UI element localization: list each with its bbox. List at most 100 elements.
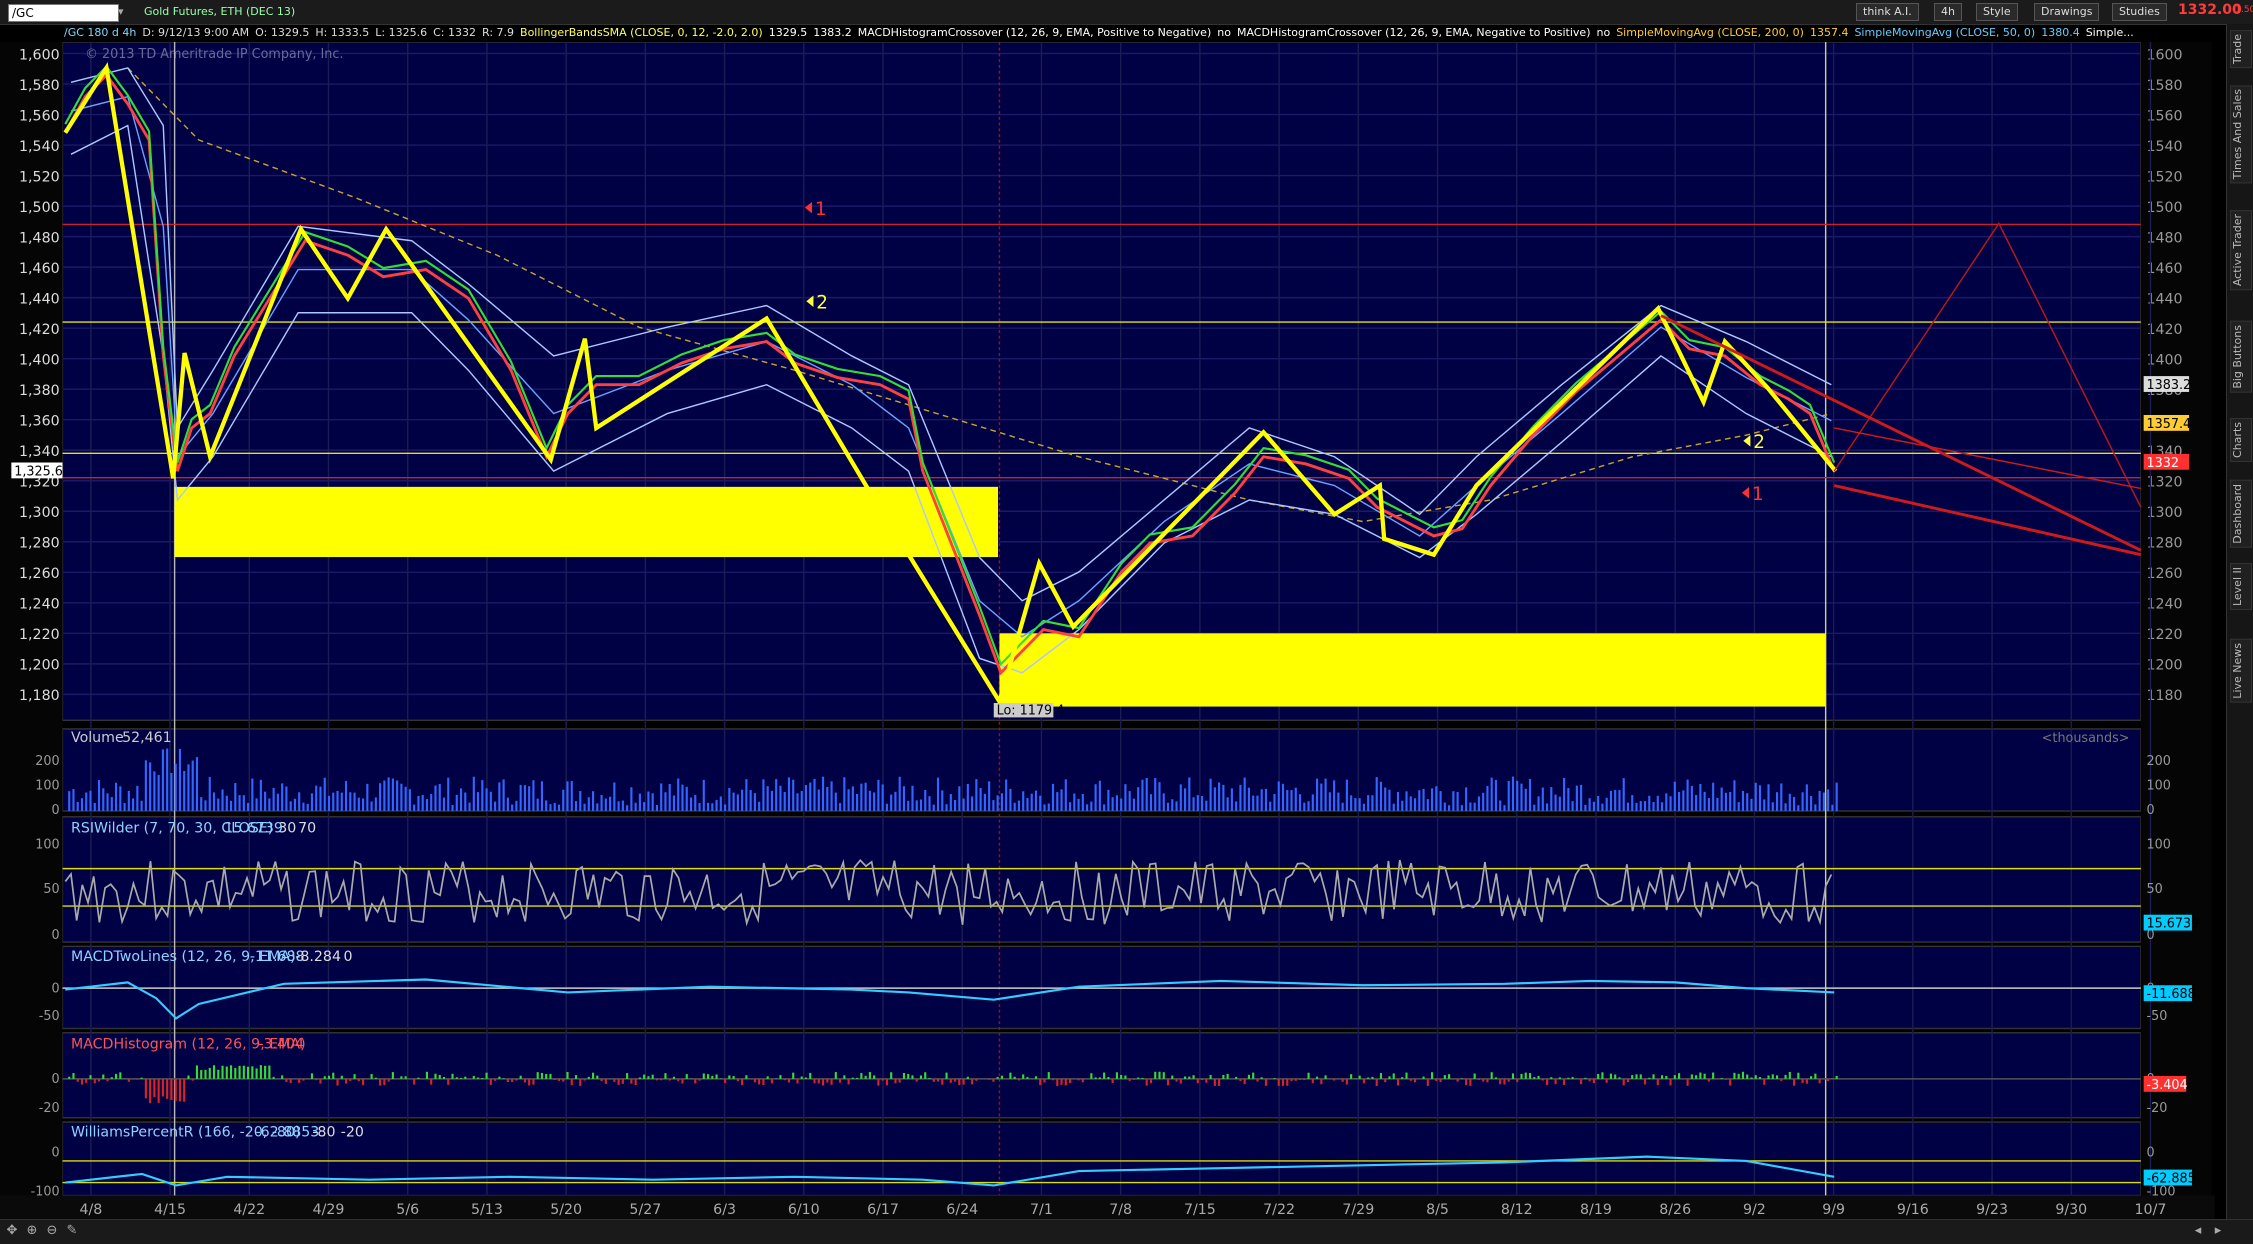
price-tick-label-right: 1480: [2147, 230, 2183, 246]
chart-canvas[interactable]: 1,600 1600 1,580 1580 1,560 1560 1,540 1540 1,52…: [0, 42, 2226, 1220]
volume-bar: [655, 805, 659, 812]
volume-bar: [1673, 781, 1676, 812]
macd-hist-bar: [1805, 1078, 1808, 1084]
williams-level: -20: [341, 1124, 364, 1140]
volume-bar: [540, 781, 544, 812]
timeframe-button[interactable]: 4h: [1934, 3, 1962, 21]
macd-hist-bar: [1801, 1078, 1804, 1083]
macd-hist-bar: [1209, 1075, 1212, 1079]
macd-hist-bar: [357, 1078, 360, 1082]
pan-icon[interactable]: ✥: [4, 1223, 20, 1239]
macd-hist-bar: [1175, 1078, 1178, 1082]
style-button[interactable]: Style: [1976, 3, 2018, 21]
price-change: -1.50: [2232, 5, 2253, 15]
zoom-out-icon[interactable]: ⊖: [44, 1223, 60, 1239]
volume-bar: [1690, 785, 1693, 812]
rsi-tick-left: 100: [35, 837, 59, 852]
volume-bar: [157, 775, 160, 812]
zoom-in-icon[interactable]: ⊕: [24, 1223, 40, 1239]
study-legend-item: SimpleMovingAvg (CLOSE, 200, 0): [1616, 26, 1804, 39]
macd-hist-bar: [847, 1078, 850, 1085]
macd-hist-bar: [655, 1078, 659, 1081]
macd-hist-bar: [1294, 1078, 1297, 1081]
scroll-right-icon[interactable]: ▸: [2210, 1223, 2226, 1239]
volume-bar: [1695, 794, 1698, 812]
symbol-dropdown-icon[interactable]: ▾: [118, 4, 124, 20]
macd-hist-bar: [1618, 1077, 1621, 1079]
volume-bar: [1609, 790, 1613, 812]
macd-hist-bar: [1252, 1072, 1255, 1079]
study-legend-item: SimpleMovingAvg (CLOSE, 50, 0): [1854, 26, 2036, 39]
volume-bar: [434, 785, 437, 812]
macd-hist-bar: [1166, 1078, 1170, 1086]
macd-hist-bar: [787, 1078, 791, 1083]
macd-hist-bar: [72, 1073, 75, 1079]
think-ai-button[interactable]: think A.I.: [1856, 3, 1919, 21]
volume-bar: [1686, 779, 1689, 812]
volume-bar: [1558, 796, 1561, 812]
price-tick-label-left: 1,240: [19, 596, 60, 612]
volume-bar: [647, 791, 650, 812]
volume-bar: [1571, 801, 1574, 812]
volume-bar: [689, 797, 693, 812]
volume-bar: [609, 796, 612, 812]
macd-hist-bar: [1107, 1076, 1110, 1079]
volume-bar: [911, 785, 914, 812]
volume-bar: [357, 797, 360, 812]
scroll-left-icon[interactable]: ◂: [2190, 1223, 2206, 1239]
tab-level-ii[interactable]: Level II: [2230, 563, 2252, 611]
tab-charts[interactable]: Charts: [2230, 418, 2252, 462]
volume-bar: [114, 782, 118, 812]
macd-hist-bar: [702, 1073, 705, 1079]
macd-hist-bar: [1499, 1078, 1502, 1085]
date-tick-label: 5/13: [471, 1202, 503, 1218]
tab-trade[interactable]: Trade: [2230, 30, 2252, 69]
volume-bar: [681, 784, 684, 812]
macd-hist-bar: [821, 1078, 825, 1086]
volume-bar: [677, 778, 680, 812]
macd-hist-bar: [80, 1078, 84, 1085]
macd-hist-bar: [1154, 1071, 1157, 1079]
volume-bar: [1145, 777, 1148, 812]
volume-bar: [570, 780, 573, 812]
volume-bar: [915, 800, 918, 812]
drawings-button[interactable]: Drawings: [2034, 3, 2100, 21]
volume-bar: [553, 802, 556, 812]
volume-bar: [1005, 779, 1008, 812]
macd-hist-bar: [1188, 1076, 1191, 1079]
macd-hist-bar: [843, 1075, 846, 1079]
tab-dashboard[interactable]: Dashboard: [2230, 480, 2252, 548]
macd-hist-bar: [851, 1077, 854, 1079]
volume-bar: [1290, 790, 1293, 812]
tab-live-news[interactable]: Live News: [2230, 639, 2252, 703]
tab-active-trader[interactable]: Active Trader: [2230, 210, 2252, 291]
volume-bar: [617, 801, 620, 812]
macd-hist-bar: [1643, 1078, 1647, 1085]
macd-hist-bar: [1013, 1076, 1016, 1079]
volume-bar: [1026, 798, 1029, 812]
macd-hist-bar: [1264, 1078, 1268, 1086]
macd-hist-bar: [481, 1077, 484, 1079]
macd-hist-bar: [349, 1078, 352, 1081]
volume-bar: [574, 801, 578, 812]
macd-hist-bar: [715, 1074, 718, 1079]
macd-hist-bar: [1362, 1078, 1365, 1084]
macd-hist-bar: [1482, 1078, 1485, 1082]
macd-hist-bar: [928, 1077, 931, 1079]
volume-bar: [1482, 792, 1485, 812]
date-tick-label: 4/29: [313, 1202, 345, 1218]
date-tick-label: 6/10: [788, 1202, 820, 1218]
studies-button[interactable]: Studies: [2112, 3, 2167, 21]
volume-bar: [1822, 792, 1825, 812]
volume-bar: [178, 748, 182, 812]
symbol-input[interactable]: /GC: [8, 4, 119, 22]
tab-big-buttons[interactable]: Big Buttons: [2230, 321, 2252, 393]
study-legend-item: 1329.5: [768, 26, 808, 39]
macd-hist-bar: [234, 1068, 237, 1079]
volume-bar: [1218, 782, 1221, 812]
drawing-tool-icon[interactable]: ✎: [64, 1223, 80, 1239]
volume-bar: [1230, 788, 1233, 812]
tab-times-and-sales[interactable]: Times And Sales: [2230, 85, 2252, 184]
rsi-bubble-label: 15.6739: [2147, 917, 2200, 932]
volume-bar: [826, 786, 829, 812]
